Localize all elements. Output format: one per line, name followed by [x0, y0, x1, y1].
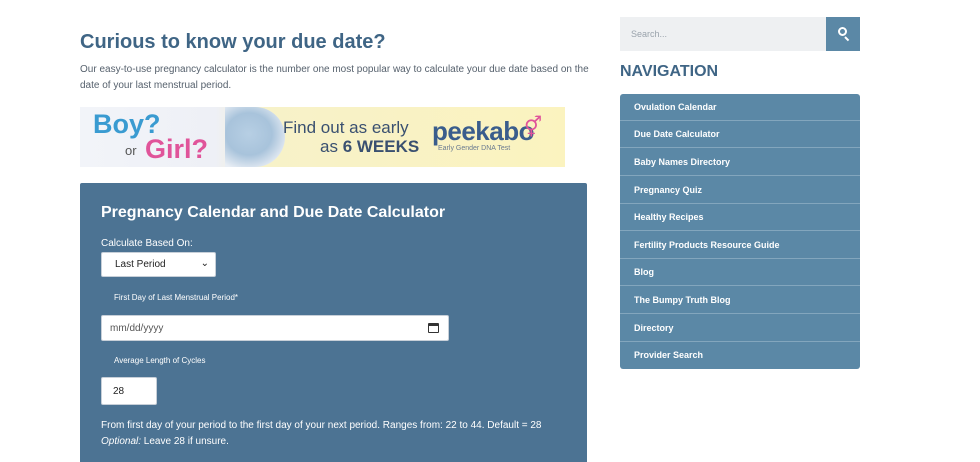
nav-item-baby-names-directory[interactable]: Baby Names Directory: [620, 149, 860, 176]
first-day-label: First Day of Last Menstrual Period*: [114, 293, 239, 302]
nav-item-blog[interactable]: Blog: [620, 259, 860, 286]
brand-tagline: Early Gender DNA Test: [438, 145, 511, 152]
based-on-select[interactable]: Last Period ⌄: [101, 252, 216, 277]
banner-line2: as 6 WEEKS: [320, 137, 419, 157]
due-date-calculator: Pregnancy Calendar and Due Date Calculat…: [80, 183, 587, 462]
first-day-date-input[interactable]: mm/dd/yyyy: [101, 315, 449, 341]
cycle-length-input[interactable]: 28: [101, 377, 157, 405]
date-placeholder: mm/dd/yyyy: [110, 323, 164, 334]
navigation-title: NAVIGATION: [620, 63, 719, 80]
intro-text: Our easy-to-use pregnancy calculator is …: [80, 64, 589, 91]
based-on-label: Calculate Based On:: [101, 238, 193, 249]
brand-logo: peekabo: [432, 116, 535, 146]
banner-girl-text: Girl?: [145, 134, 209, 164]
gender-symbol-icon: ⚥: [524, 117, 543, 139]
nav-item-due-date-calculator[interactable]: Due Date Calculator: [620, 121, 860, 148]
nav-item-ovulation-calendar[interactable]: Ovulation Calendar: [620, 94, 860, 121]
search-placeholder: Search...: [631, 29, 668, 39]
banner-line2-prefix: as: [320, 137, 338, 156]
banner-line2-bold: 6 WEEKS: [342, 137, 420, 156]
navigation-menu: Ovulation Calendar Due Date Calculator B…: [620, 94, 860, 369]
based-on-value: Last Period: [115, 259, 166, 270]
cycle-optional-note: Optional: Leave 28 if unsure.: [101, 436, 229, 447]
nav-item-directory[interactable]: Directory: [620, 315, 860, 342]
cycle-length-value: 28: [113, 386, 125, 397]
optional-label: Optional:: [101, 436, 142, 447]
banner-or-text: or: [125, 143, 137, 158]
cycle-length-label: Average Length of Cycles: [114, 356, 206, 365]
search-button[interactable]: [826, 17, 860, 51]
search-input[interactable]: Search...: [620, 17, 827, 51]
search-icon: [838, 27, 847, 36]
nav-item-bumpy-truth-blog[interactable]: The Bumpy Truth Blog: [620, 287, 860, 314]
search-icon-handle: [844, 36, 850, 42]
pregnant-woman-photo: [225, 107, 285, 167]
cycle-help-text: From first day of your period to the fir…: [101, 420, 542, 431]
optional-note-text: Leave 28 if unsure.: [141, 436, 229, 447]
nav-item-provider-search[interactable]: Provider Search: [620, 342, 860, 369]
page-heading: Curious to know your due date?: [80, 31, 386, 53]
peekaboo-ad-banner[interactable]: Boy? or Girl? Find out as early as 6 WEE…: [80, 107, 565, 167]
nav-item-fertility-products[interactable]: Fertility Products Resource Guide: [620, 232, 860, 259]
banner-line1: Find out as early: [283, 118, 409, 137]
calculator-title: Pregnancy Calendar and Due Date Calculat…: [101, 204, 446, 221]
calendar-icon[interactable]: [428, 323, 439, 333]
nav-item-pregnancy-quiz[interactable]: Pregnancy Quiz: [620, 177, 860, 204]
nav-item-healthy-recipes[interactable]: Healthy Recipes: [620, 204, 860, 231]
chevron-down-icon: ⌄: [200, 258, 209, 269]
